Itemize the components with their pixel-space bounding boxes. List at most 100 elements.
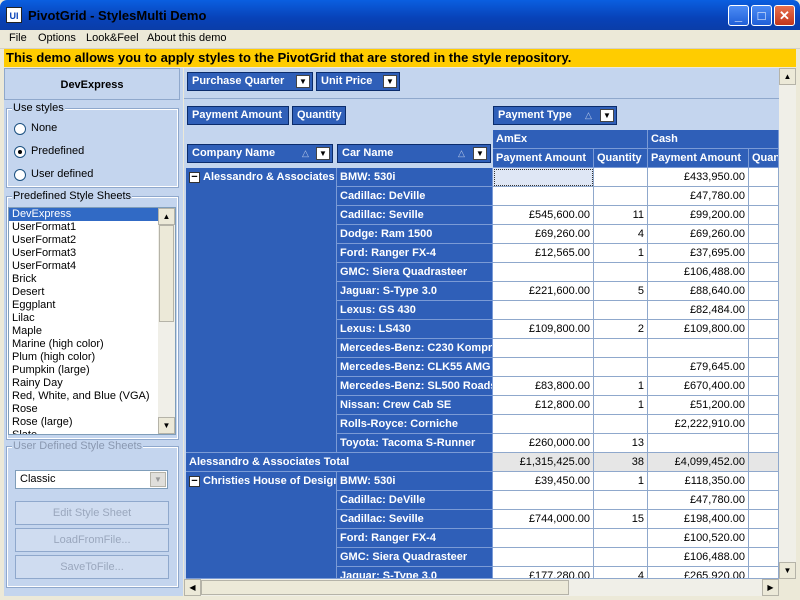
chevron-down-icon[interactable]: ▼ xyxy=(296,75,310,88)
car-row-header[interactable]: Jaguar: S-Type 3.0 xyxy=(337,282,493,301)
column-header-amex[interactable]: AmEx xyxy=(493,130,648,149)
style-sheet-item[interactable]: Pumpkin (large) xyxy=(9,364,175,377)
cell-amex-quantity[interactable]: 1 xyxy=(594,377,648,396)
car-row-header[interactable]: Dodge: Ram 1500 xyxy=(337,225,493,244)
car-row-header[interactable]: Rolls-Royce: Corniche xyxy=(337,415,493,434)
style-sheet-item[interactable]: UserFormat1 xyxy=(9,221,175,234)
menu-about[interactable]: About this demo xyxy=(147,32,227,44)
cell-amex-payment[interactable] xyxy=(493,263,594,282)
style-sheet-item[interactable]: Red, White, and Blue (VGA) xyxy=(9,390,175,403)
sort-ascending-icon[interactable]: △ xyxy=(585,110,592,121)
data-field-quantity[interactable]: Quantity xyxy=(292,106,346,125)
cell-amex-quantity[interactable] xyxy=(594,187,648,206)
horizontal-scroll-thumb[interactable] xyxy=(201,580,569,595)
total-amex-quantity[interactable]: 38 xyxy=(594,453,648,472)
style-sheet-item[interactable]: Rainy Day xyxy=(9,377,175,390)
scroll-up-icon[interactable]: ▲ xyxy=(779,68,796,85)
cell-amex-quantity[interactable] xyxy=(594,358,648,377)
style-sheet-list[interactable]: DevExpress UserFormat1 UserFormat2 UserForm… xyxy=(8,207,176,435)
car-row-header[interactable]: Mercedes-Benz: C230 Kompressor Sport Cou… xyxy=(337,339,493,358)
style-sheet-item[interactable]: Maple xyxy=(9,325,175,338)
cell-cash-quantity[interactable] xyxy=(749,263,779,282)
cell-amex-payment[interactable]: £260,000.00 xyxy=(493,434,594,453)
car-row-header[interactable]: BMW: 530i xyxy=(337,168,493,187)
sort-ascending-icon[interactable]: △ xyxy=(302,148,309,159)
cell-amex-payment[interactable] xyxy=(493,529,594,548)
style-sheet-item[interactable]: Eggplant xyxy=(9,299,175,312)
measure-header[interactable]: Payment Amount xyxy=(493,149,594,168)
cell-amex-payment[interactable]: £545,600.00 xyxy=(493,206,594,225)
style-sheet-item[interactable]: Rose xyxy=(9,403,175,416)
cell-amex-quantity[interactable] xyxy=(594,168,648,187)
scroll-left-icon[interactable]: ◀ xyxy=(184,579,201,596)
cell-cash-payment[interactable]: £79,645.00 xyxy=(648,358,749,377)
cell-amex-quantity[interactable] xyxy=(594,529,648,548)
car-row-header[interactable]: Ford: Ranger FX-4 xyxy=(337,244,493,263)
style-sheet-item[interactable]: Plum (high color) xyxy=(9,351,175,364)
cell-amex-quantity[interactable] xyxy=(594,415,648,434)
minimize-button[interactable]: _ xyxy=(728,5,749,26)
cell-cash-payment[interactable]: £109,800.00 xyxy=(648,320,749,339)
cell-amex-payment[interactable]: £12,565.00 xyxy=(493,244,594,263)
cell-cash-payment[interactable]: £2,222,910.00 xyxy=(648,415,749,434)
cell-cash-quantity[interactable] xyxy=(749,396,779,415)
list-scroll-down-icon[interactable]: ▼ xyxy=(158,417,175,434)
cell-amex-payment[interactable]: £39,450.00 xyxy=(493,472,594,491)
cell-amex-quantity[interactable] xyxy=(594,339,648,358)
chevron-down-icon[interactable]: ▼ xyxy=(150,472,166,487)
cell-cash-payment[interactable]: £670,400.00 xyxy=(648,377,749,396)
style-sheet-item[interactable]: Slate xyxy=(9,429,175,434)
cell-amex-quantity[interactable]: 4 xyxy=(594,567,648,579)
cell-cash-payment[interactable] xyxy=(648,339,749,358)
cell-cash-payment[interactable]: £118,350.00 xyxy=(648,472,749,491)
style-sheet-item[interactable]: Brick xyxy=(9,273,175,286)
user-style-combo[interactable]: Classic xyxy=(15,470,168,489)
cell-amex-payment[interactable] xyxy=(493,358,594,377)
measure-header[interactable]: Payment Amount xyxy=(648,149,749,168)
list-scroll-thumb[interactable] xyxy=(159,225,174,322)
car-row-header[interactable]: Mercedes-Benz: CLK55 AMG xyxy=(337,358,493,377)
radio-none-label[interactable]: None xyxy=(31,122,57,134)
cell-amex-quantity[interactable] xyxy=(594,301,648,320)
company-row-header[interactable]: Alessandro & Associates xyxy=(186,168,337,453)
row-field-company-name[interactable]: Company Name xyxy=(187,144,333,163)
radio-user-defined[interactable] xyxy=(14,169,26,181)
cell-cash-payment[interactable]: £69,260.00 xyxy=(648,225,749,244)
sort-ascending-icon[interactable]: △ xyxy=(458,148,465,159)
save-to-file-button[interactable]: SaveToFile... xyxy=(15,555,169,579)
cell-amex-quantity[interactable] xyxy=(594,263,648,282)
filter-field-purchase-quarter[interactable]: Purchase Quarter xyxy=(187,72,313,91)
cell-amex-quantity[interactable]: 15 xyxy=(594,510,648,529)
car-row-header[interactable]: Ford: Ranger FX-4 xyxy=(337,529,493,548)
cell-cash-quantity[interactable] xyxy=(749,225,779,244)
cell-cash-payment[interactable]: £82,484.00 xyxy=(648,301,749,320)
cell-amex-quantity[interactable]: 1 xyxy=(594,396,648,415)
measure-header[interactable]: Quantity xyxy=(749,149,779,168)
total-amex-payment[interactable]: £1,315,425.00 xyxy=(493,453,594,472)
cell-amex-quantity[interactable] xyxy=(594,548,648,567)
style-sheet-item[interactable]: UserFormat4 xyxy=(9,260,175,273)
cell-cash-payment[interactable]: £47,780.00 xyxy=(648,491,749,510)
cell-cash-quantity[interactable] xyxy=(749,472,779,491)
cell-amex-payment[interactable]: £177,280.00 xyxy=(493,567,594,579)
cell-amex-payment[interactable] xyxy=(493,415,594,434)
chevron-down-icon[interactable]: ▼ xyxy=(316,147,330,160)
car-row-header[interactable]: Cadillac: DeVille xyxy=(337,187,493,206)
car-row-header[interactable]: Lexus: LS430 xyxy=(337,320,493,339)
cell-amex-quantity[interactable]: 5 xyxy=(594,282,648,301)
cell-amex-payment[interactable] xyxy=(493,187,594,206)
row-field-car-name[interactable]: Car Name xyxy=(337,144,491,163)
maximize-button[interactable]: □ xyxy=(751,5,772,26)
cell-cash-quantity[interactable] xyxy=(749,548,779,567)
car-row-header[interactable]: GMC: Siera Quadrasteer xyxy=(337,263,493,282)
company-row-header[interactable]: Christies House of Design xyxy=(186,472,337,579)
scroll-down-icon[interactable]: ▼ xyxy=(779,562,796,579)
cell-cash-payment[interactable]: £106,488.00 xyxy=(648,548,749,567)
cell-cash-payment[interactable]: £198,400.00 xyxy=(648,510,749,529)
cell-cash-payment[interactable] xyxy=(648,434,749,453)
cell-cash-quantity[interactable] xyxy=(749,339,779,358)
cell-amex-quantity[interactable]: 2 xyxy=(594,320,648,339)
cell-cash-payment[interactable]: £88,640.00 xyxy=(648,282,749,301)
menu-file[interactable]: File xyxy=(9,32,27,44)
cell-cash-quantity[interactable] xyxy=(749,244,779,263)
